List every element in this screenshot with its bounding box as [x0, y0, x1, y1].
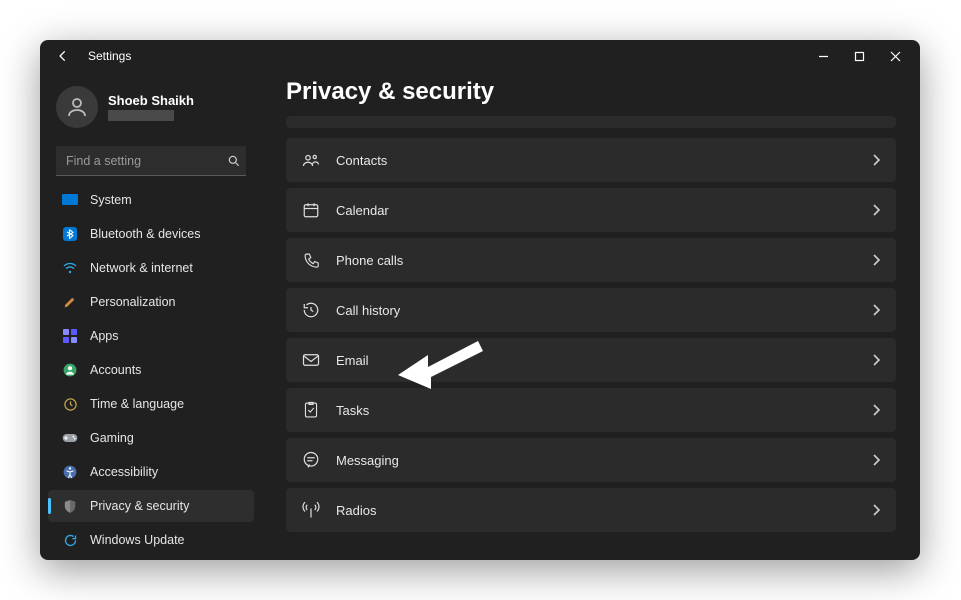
sidebar-item-personalization[interactable]: Personalization: [48, 286, 254, 318]
search-input[interactable]: [66, 154, 227, 168]
row-label: Contacts: [336, 153, 872, 168]
sidebar-item-label: Apps: [90, 329, 119, 343]
back-button[interactable]: [56, 49, 76, 63]
chevron-right-icon: [872, 504, 880, 516]
row-label: Calendar: [336, 203, 872, 218]
user-email-redacted: [108, 110, 174, 121]
history-icon: [302, 301, 320, 319]
sidebar-item-windows-update[interactable]: Windows Update: [48, 524, 254, 556]
row-label: Phone calls: [336, 253, 872, 268]
update-icon: [62, 532, 78, 548]
row-phone-calls[interactable]: Phone calls: [286, 238, 896, 282]
row-email[interactable]: Email: [286, 338, 896, 382]
phone-icon: [302, 251, 320, 269]
row-label: Tasks: [336, 403, 872, 418]
chevron-right-icon: [872, 154, 880, 166]
sidebar-item-label: Bluetooth & devices: [90, 227, 201, 241]
shield-icon: [62, 498, 78, 514]
minimize-button[interactable]: [816, 49, 830, 63]
contacts-icon: [302, 151, 320, 169]
bluetooth-icon: [62, 226, 78, 242]
chevron-right-icon: [872, 354, 880, 366]
row-radios[interactable]: Radios: [286, 488, 896, 532]
sidebar-item-accounts[interactable]: Accounts: [48, 354, 254, 386]
chevron-right-icon: [872, 404, 880, 416]
sidebar-item-gaming[interactable]: Gaming: [48, 422, 254, 454]
row-contacts[interactable]: Contacts: [286, 138, 896, 182]
row-tasks[interactable]: Tasks: [286, 388, 896, 432]
apps-icon: [62, 328, 78, 344]
avatar: [56, 86, 98, 128]
sidebar-item-apps[interactable]: Apps: [48, 320, 254, 352]
radios-icon: [302, 501, 320, 519]
row-label: Email: [336, 353, 872, 368]
chevron-right-icon: [872, 204, 880, 216]
user-meta: Shoeb Shaikh: [108, 93, 194, 121]
row-call-history[interactable]: Call history: [286, 288, 896, 332]
row-label: Call history: [336, 303, 872, 318]
banner-strip: [286, 116, 896, 128]
sidebar-item-bluetooth[interactable]: Bluetooth & devices: [48, 218, 254, 250]
sidebar-item-label: Privacy & security: [90, 499, 189, 513]
search-box[interactable]: [56, 146, 246, 176]
chevron-right-icon: [872, 454, 880, 466]
sidebar-nav: System Bluetooth & devices Network & int…: [48, 184, 254, 556]
window-title: Settings: [88, 49, 816, 63]
system-icon: [62, 192, 78, 208]
chevron-right-icon: [872, 254, 880, 266]
sidebar-item-label: Network & internet: [90, 261, 193, 275]
accounts-icon: [62, 362, 78, 378]
window-body: Shoeb Shaikh System: [40, 72, 920, 560]
row-label: Radios: [336, 503, 872, 518]
sidebar: Shoeb Shaikh System: [40, 72, 262, 560]
clock-globe-icon: [62, 396, 78, 412]
sidebar-item-label: Accessibility: [90, 465, 158, 479]
sidebar-item-label: System: [90, 193, 132, 207]
tasks-icon: [302, 401, 320, 419]
sidebar-item-system[interactable]: System: [48, 184, 254, 216]
sidebar-item-label: Windows Update: [90, 533, 185, 547]
email-icon: [302, 351, 320, 369]
calendar-icon: [302, 201, 320, 219]
chevron-right-icon: [872, 304, 880, 316]
gaming-icon: [62, 430, 78, 446]
titlebar: Settings: [40, 40, 920, 72]
main-content: Privacy & security Contacts Calendar: [262, 72, 920, 560]
sidebar-item-label: Gaming: [90, 431, 134, 445]
page-title: Privacy & security: [286, 78, 896, 106]
sidebar-item-privacy-security[interactable]: Privacy & security: [48, 490, 254, 522]
messaging-icon: [302, 451, 320, 469]
row-calendar[interactable]: Calendar: [286, 188, 896, 232]
sidebar-item-label: Time & language: [90, 397, 184, 411]
maximize-button[interactable]: [852, 49, 866, 63]
settings-window: Settings Shoeb: [40, 40, 920, 560]
user-name: Shoeb Shaikh: [108, 93, 194, 108]
search-icon: [227, 154, 241, 168]
wifi-icon: [62, 260, 78, 276]
sidebar-item-network[interactable]: Network & internet: [48, 252, 254, 284]
paintbrush-icon: [62, 294, 78, 310]
sidebar-item-time-language[interactable]: Time & language: [48, 388, 254, 420]
row-label: Messaging: [336, 453, 872, 468]
sidebar-item-label: Personalization: [90, 295, 175, 309]
sidebar-item-label: Accounts: [90, 363, 141, 377]
close-button[interactable]: [888, 49, 902, 63]
user-block[interactable]: Shoeb Shaikh: [48, 82, 254, 138]
window-controls: [816, 49, 912, 63]
accessibility-icon: [62, 464, 78, 480]
sidebar-item-accessibility[interactable]: Accessibility: [48, 456, 254, 488]
row-messaging[interactable]: Messaging: [286, 438, 896, 482]
